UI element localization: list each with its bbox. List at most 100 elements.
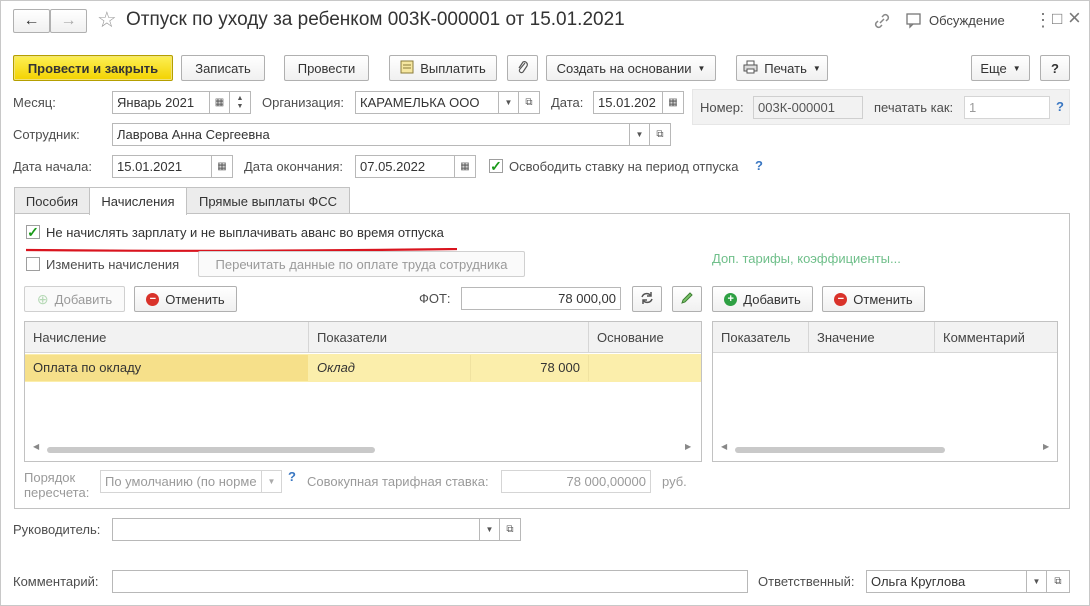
calendar-icon[interactable]: ▦ xyxy=(209,91,230,114)
cancel-accrual-button[interactable]: − Отменить xyxy=(134,286,237,312)
release-rate-checkbox[interactable]: ✓ xyxy=(489,159,503,173)
paperclip-icon xyxy=(517,60,529,77)
link-icon[interactable] xyxy=(873,12,891,33)
scroll-right-icon[interactable]: ▶ xyxy=(685,442,691,451)
scroll-left-icon[interactable]: ◀ xyxy=(721,442,727,451)
value-cell: 78 000 xyxy=(472,355,589,381)
refresh-button[interactable] xyxy=(632,286,662,312)
change-accruals-label: Изменить начисления xyxy=(46,257,180,272)
attach-button[interactable] xyxy=(507,55,538,81)
column-header-indicator[interactable]: Показатель xyxy=(713,322,809,353)
scroll-right-icon[interactable]: ▶ xyxy=(1043,442,1049,451)
extra-tariffs-link[interactable]: Доп. тарифы, коэффициенты... xyxy=(712,251,901,266)
back-button[interactable]: ← xyxy=(13,9,50,33)
post-and-close-button[interactable]: Провести и закрыть xyxy=(13,55,173,81)
cancel-label: Отменить xyxy=(853,291,913,307)
manager-open-icon[interactable]: ⧉ xyxy=(499,518,521,541)
column-header-value[interactable]: Значение xyxy=(809,322,935,353)
save-button[interactable]: Записать xyxy=(181,55,265,81)
tab-direct-payments[interactable]: Прямые выплаты ФСС xyxy=(186,187,350,214)
calendar-icon[interactable]: ▦ xyxy=(211,155,233,178)
dropdown-arrow-icon: ▼ xyxy=(812,63,821,73)
recalc-order-field[interactable]: По умолчанию (по норме xyxy=(100,470,262,493)
responsible-open-icon[interactable]: ⧉ xyxy=(1046,570,1070,593)
favorite-star-icon[interactable]: ☆ xyxy=(97,7,117,33)
forward-button[interactable]: → xyxy=(50,9,87,33)
print-label: Печать xyxy=(764,60,807,76)
end-date-field[interactable]: 07.05.2022 xyxy=(355,155,455,178)
number-field[interactable]: 003К-000001 xyxy=(753,96,863,119)
calendar-icon[interactable]: ▦ xyxy=(454,155,476,178)
indicators-table[interactable]: Показатель Значение Комментарий ◀ ▶ xyxy=(712,321,1058,462)
organization-dropdown-icon[interactable]: ▼ xyxy=(498,91,519,114)
responsible-field[interactable]: Ольга Круглова xyxy=(866,570,1027,593)
manager-dropdown-icon[interactable]: ▼ xyxy=(479,518,500,541)
help-button[interactable]: ? xyxy=(1040,55,1070,81)
start-date-label: Дата начала: xyxy=(13,159,92,174)
edit-button[interactable] xyxy=(672,286,702,312)
end-date-label: Дата окончания: xyxy=(244,159,343,174)
date-label: Дата: xyxy=(551,95,584,110)
date-field[interactable]: 15.01.202 xyxy=(593,91,663,114)
close-icon[interactable]: × xyxy=(1068,5,1081,31)
responsible-dropdown-icon[interactable]: ▼ xyxy=(1026,570,1047,593)
add-accrual-button[interactable]: ⊕ Добавить xyxy=(24,286,125,312)
tab-accruals[interactable]: Начисления xyxy=(89,187,187,215)
scroll-thumb[interactable] xyxy=(735,447,945,453)
more-button[interactable]: Еще ▼ xyxy=(971,55,1030,81)
employee-open-icon[interactable]: ⧉ xyxy=(649,123,671,146)
scroll-thumb[interactable] xyxy=(47,447,375,453)
employee-field[interactable]: Лаврова Анна Сергеевна xyxy=(112,123,630,146)
total-rate-field[interactable]: 78 000,00000 xyxy=(501,470,651,493)
help-icon[interactable]: ? xyxy=(288,469,296,484)
discussion-link[interactable]: Обсуждение xyxy=(929,13,1005,28)
accruals-table[interactable]: Начисление Показатели Основание Оплата п… xyxy=(24,321,702,462)
horizontal-scrollbar[interactable]: ◀ ▶ xyxy=(33,442,693,455)
employee-label: Сотрудник: xyxy=(13,127,80,142)
refresh-icon xyxy=(640,291,654,308)
red-underline xyxy=(25,240,458,252)
discussion-icon[interactable] xyxy=(906,13,924,32)
more-menu-icon[interactable]: ⋮ xyxy=(1034,10,1052,31)
scroll-left-icon[interactable]: ◀ xyxy=(33,442,39,451)
column-header-basis[interactable]: Основание xyxy=(589,322,701,353)
employee-dropdown-icon[interactable]: ▼ xyxy=(629,123,650,146)
fot-field[interactable]: 78 000,00 xyxy=(461,287,621,310)
recalc-dropdown-icon[interactable]: ▼ xyxy=(261,470,282,493)
dropdown-arrow-icon: ▼ xyxy=(697,63,706,73)
accrual-cell: Оплата по окладу xyxy=(25,355,308,381)
start-date-field[interactable]: 15.01.2021 xyxy=(112,155,212,178)
tab-benefits[interactable]: Пособия xyxy=(14,187,90,214)
column-header-indicators[interactable]: Показатели xyxy=(309,322,589,353)
horizontal-scrollbar[interactable]: ◀ ▶ xyxy=(721,442,1051,455)
table-row[interactable]: Оплата по окладу Оклад 78 000 xyxy=(25,354,701,382)
comment-field[interactable] xyxy=(112,570,748,593)
column-header-comment[interactable]: Комментарий xyxy=(935,322,1057,353)
help-icon[interactable]: ? xyxy=(1056,99,1064,114)
month-field[interactable]: Январь 2021 xyxy=(112,91,210,114)
add-icon: ⊕ xyxy=(36,290,49,307)
cancel-indicator-button[interactable]: − Отменить xyxy=(822,286,925,312)
print-as-label: печатать как: xyxy=(874,100,954,115)
fot-label: ФОТ: xyxy=(419,291,451,306)
reread-button[interactable]: Перечитать данные по оплате труда сотруд… xyxy=(198,251,525,277)
column-header-accrual[interactable]: Начисление xyxy=(25,322,309,353)
print-as-field[interactable]: 1 xyxy=(964,96,1050,119)
calendar-icon[interactable]: ▦ xyxy=(662,91,684,114)
post-button[interactable]: Провести xyxy=(284,55,369,81)
no-salary-checkbox[interactable]: ✓ xyxy=(26,225,40,239)
add-indicator-button[interactable]: + Добавить xyxy=(712,286,813,312)
organization-open-icon[interactable]: ⧉ xyxy=(518,91,540,114)
print-button[interactable]: Печать ▼ xyxy=(736,55,828,81)
recalc-label-line2: пересчета: xyxy=(24,485,90,500)
manager-field[interactable] xyxy=(112,518,480,541)
help-icon[interactable]: ? xyxy=(755,158,763,173)
month-stepper[interactable]: ▲ ▼ xyxy=(229,91,251,114)
pay-button[interactable]: Выплатить xyxy=(389,55,497,81)
organization-field[interactable]: КАРАМЕЛЬКА ООО xyxy=(355,91,499,114)
change-accruals-checkbox[interactable] xyxy=(26,257,40,271)
total-rate-label: Совокупная тарифная ставка: xyxy=(307,474,489,489)
maximize-icon[interactable]: □ xyxy=(1052,9,1062,29)
create-based-on-button[interactable]: Создать на основании ▼ xyxy=(546,55,716,81)
number-label: Номер: xyxy=(700,100,744,115)
